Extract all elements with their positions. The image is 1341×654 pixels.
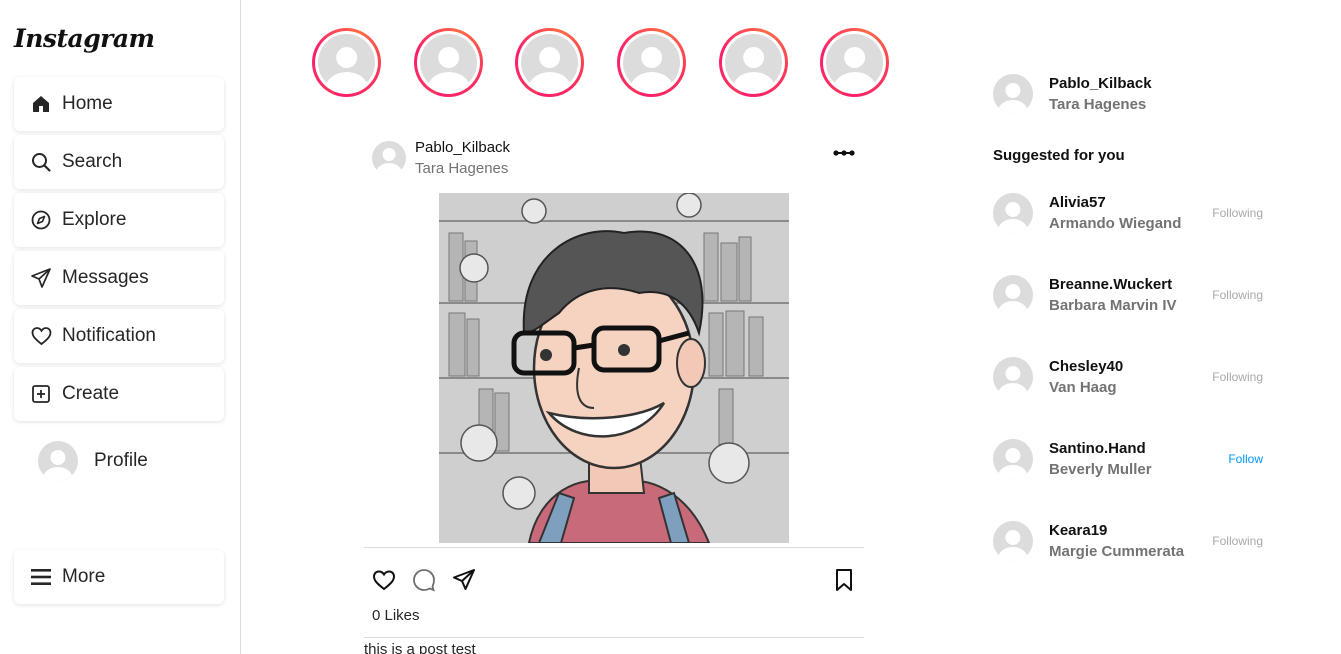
- sidebar-item-label: More: [62, 566, 106, 587]
- suggestion-item: Chesley40 Van Haag Following: [993, 356, 1273, 398]
- avatar: [38, 441, 78, 481]
- heart-icon: [30, 325, 52, 347]
- hamburger-icon: [30, 566, 52, 588]
- avatar: [993, 74, 1033, 114]
- post-fullname: Tara Hagenes: [415, 160, 509, 177]
- avatar: [623, 34, 680, 91]
- avatar[interactable]: [372, 141, 406, 175]
- sidebar: Instagram Home Search Explore Messages N…: [0, 0, 241, 654]
- instagram-logo[interactable]: Instagram: [14, 24, 155, 53]
- story-item[interactable]: [414, 28, 483, 97]
- story-item[interactable]: [312, 28, 381, 97]
- current-username: Pablo_Kilback: [1049, 75, 1152, 92]
- search-icon: [30, 151, 52, 173]
- avatar: [318, 34, 375, 91]
- suggested-title: Suggested for you: [993, 147, 1125, 164]
- avatar: [521, 34, 578, 91]
- story-item[interactable]: [617, 28, 686, 97]
- sidebar-item-label: Create: [62, 383, 120, 404]
- story-item[interactable]: [515, 28, 584, 97]
- plus-square-icon: [30, 383, 52, 405]
- sidebar-item-home[interactable]: Home: [14, 77, 224, 131]
- story-item[interactable]: [820, 28, 889, 97]
- sidebar-item-explore[interactable]: Explore: [14, 193, 224, 247]
- avatar: [725, 34, 782, 91]
- post-username[interactable]: Pablo_Kilback: [415, 137, 510, 158]
- paper-plane-icon: [30, 267, 52, 289]
- sidebar-item-label: Search: [62, 151, 123, 172]
- sidebar-item-create[interactable]: Create: [14, 367, 224, 421]
- post-image[interactable]: [439, 193, 789, 543]
- suggestion-item: Alivia57 Armando Wiegand Following: [993, 192, 1273, 234]
- divider: [364, 547, 864, 548]
- post-header: Pablo_Kilback Tara Hagenes: [372, 137, 510, 179]
- bookmark-icon[interactable]: [832, 568, 856, 592]
- following-button[interactable]: Following: [1212, 206, 1263, 220]
- sidebar-item-search[interactable]: Search: [14, 135, 224, 189]
- divider: [364, 637, 864, 638]
- avatar[interactable]: [993, 357, 1033, 397]
- like-heart-icon[interactable]: [372, 568, 396, 592]
- sidebar-item-messages[interactable]: Messages: [14, 251, 224, 305]
- avatar[interactable]: [993, 193, 1033, 233]
- current-user[interactable]: Pablo_Kilback Tara Hagenes: [993, 73, 1152, 115]
- suggestion-item: Breanne.Wuckert Barbara Marvin IV Follow…: [993, 274, 1273, 316]
- like-count: 0 Likes: [372, 607, 420, 624]
- suggestion-item: Keara19 Margie Cummerata Following: [993, 520, 1273, 562]
- sidebar-item-profile[interactable]: Profile: [38, 441, 148, 481]
- sidebar-item-label: Explore: [62, 209, 127, 230]
- more-options-icon[interactable]: [832, 144, 856, 162]
- sidebar-item-label: Notification: [62, 325, 156, 346]
- comment-icon[interactable]: [412, 568, 436, 592]
- sidebar-item-notification[interactable]: Notification: [14, 309, 224, 363]
- avatar: [420, 34, 477, 91]
- compass-icon: [30, 209, 52, 231]
- suggestion-item: Santino.Hand Beverly Muller Follow: [993, 438, 1273, 480]
- avatar[interactable]: [993, 439, 1033, 479]
- sidebar-item-label: Messages: [62, 267, 149, 288]
- home-icon: [30, 93, 52, 115]
- sidebar-item-more[interactable]: More: [14, 550, 224, 604]
- following-button[interactable]: Following: [1212, 288, 1263, 302]
- follow-button[interactable]: Follow: [1228, 452, 1263, 466]
- following-button[interactable]: Following: [1212, 370, 1263, 384]
- cartoon-portrait-image: [439, 193, 789, 543]
- avatar[interactable]: [993, 275, 1033, 315]
- avatar[interactable]: [993, 521, 1033, 561]
- share-icon[interactable]: [452, 568, 476, 592]
- following-button[interactable]: Following: [1212, 534, 1263, 548]
- avatar: [826, 34, 883, 91]
- sidebar-item-label: Home: [62, 93, 113, 114]
- post-caption: this is a post test: [364, 641, 476, 654]
- sidebar-item-label: Profile: [94, 450, 148, 471]
- current-fullname: Tara Hagenes: [1049, 96, 1147, 113]
- story-item[interactable]: [719, 28, 788, 97]
